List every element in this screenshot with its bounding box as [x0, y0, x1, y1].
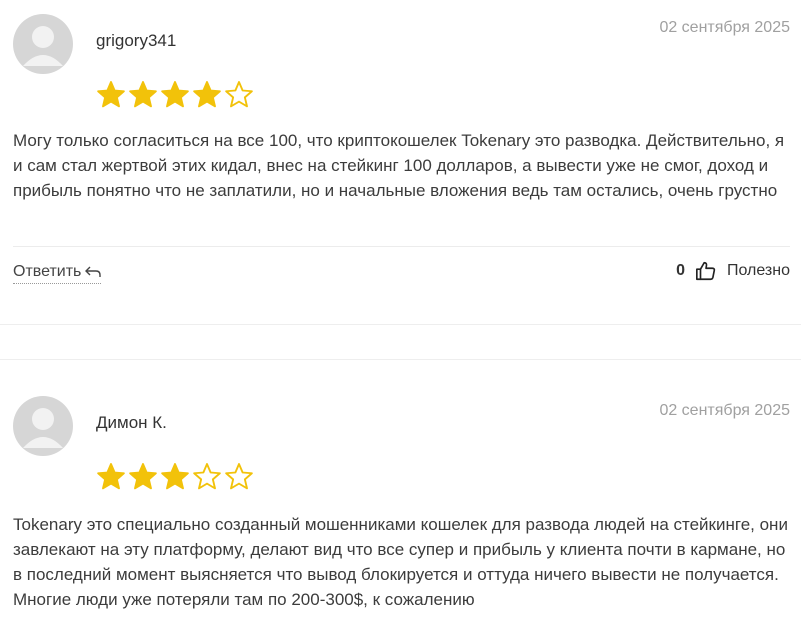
helpful-button[interactable]: 0 Полезно	[676, 260, 790, 282]
star-filled-icon	[128, 80, 158, 109]
reply-button[interactable]: Ответить	[13, 263, 102, 284]
review-author: grigory341	[96, 31, 177, 50]
review-card: grigory341 02 сентября 2025 Могу только …	[0, 0, 801, 324]
thumbs-up-icon[interactable]	[695, 260, 717, 282]
review-text: Могу только согласиться на все 100, что …	[13, 131, 785, 200]
star-filled-icon	[128, 462, 158, 491]
star-filled-icon	[192, 80, 222, 109]
divider	[13, 246, 790, 247]
helpful-label: Полезно	[727, 262, 790, 279]
review-card: Димон К. 02 сентября 2025 Tokenary это с…	[0, 360, 801, 640]
avatar	[13, 396, 73, 456]
avatar	[13, 14, 73, 74]
review-author: Димон К.	[96, 413, 167, 432]
star-filled-icon	[160, 80, 190, 109]
review-date: 02 сентября 2025	[659, 19, 790, 36]
star-empty-icon	[224, 80, 254, 109]
star-filled-icon	[96, 80, 126, 109]
star-empty-icon	[224, 462, 254, 491]
review-separator	[0, 324, 801, 360]
review-text: Tokenary это специально созданный мошенн…	[13, 515, 788, 609]
user-silhouette-icon	[23, 408, 63, 448]
helpful-count: 0	[676, 262, 685, 279]
rating-stars	[96, 462, 254, 491]
reply-arrow-icon	[85, 266, 102, 277]
user-silhouette-icon	[23, 26, 63, 66]
star-filled-icon	[160, 462, 190, 491]
star-empty-icon	[192, 462, 222, 491]
star-filled-icon	[96, 462, 126, 491]
review-date: 02 сентября 2025	[659, 402, 790, 419]
reply-label: Ответить	[13, 263, 82, 280]
rating-stars	[96, 80, 254, 109]
